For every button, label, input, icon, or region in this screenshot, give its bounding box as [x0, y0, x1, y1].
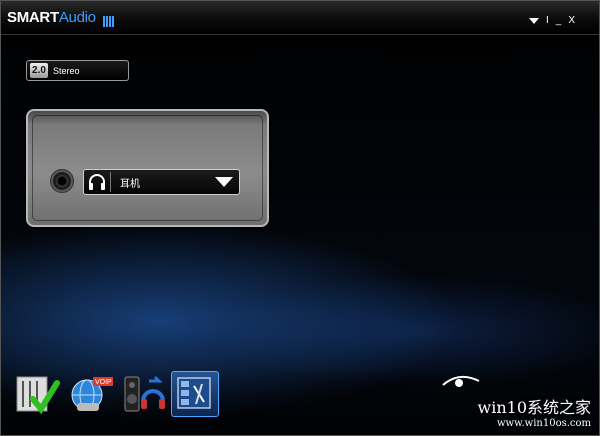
speakers-headphones-icon [124, 375, 165, 412]
logo-bars-icon [102, 10, 115, 27]
window-controls: I _ X [528, 15, 575, 26]
watermark: win10系统之家 www.win10os.com [478, 394, 591, 429]
channel-badge: 2.0 [30, 63, 48, 78]
watermark-swirl-icon [442, 375, 480, 387]
tab-audio-director[interactable] [171, 371, 219, 417]
title-bar: SMARTAudio I _ X [1, 1, 599, 35]
logo-smart-text: SMART [7, 9, 59, 26]
smartaudio-window: SMARTAudio I _ X 2.0 Stereo 耳机 VOIP win1… [0, 0, 600, 436]
device-panel-inner [32, 115, 263, 221]
speaker-config-display[interactable]: 2.0 Stereo [26, 60, 129, 81]
smartaudio-logo: SMARTAudio [7, 9, 115, 27]
menu-dropdown-icon[interactable] [528, 18, 539, 24]
tab-voip[interactable]: VOIP [67, 371, 115, 417]
check-audio-icon [16, 376, 60, 415]
audio-director-icon [177, 377, 211, 409]
watermark-title: win10系统之家 [477, 398, 591, 417]
minimize-button[interactable]: _ [556, 16, 562, 26]
headphones-icon [89, 174, 105, 190]
watermark-url: www.win10os.com [496, 418, 591, 429]
separator-glyph: I [545, 15, 549, 26]
output-device-label: 耳机 [120, 178, 140, 190]
tab-check-audio[interactable] [13, 371, 61, 417]
audio-jack-icon [50, 169, 74, 193]
speaker-config-label: Stereo [53, 65, 80, 76]
output-device-dropdown[interactable]: 耳机 [83, 169, 240, 195]
voip-badge: VOIP [95, 379, 112, 386]
chevron-down-icon[interactable] [215, 177, 233, 187]
device-panel: 耳机 [26, 109, 269, 227]
dropdown-divider [110, 172, 111, 192]
voip-globe-icon: VOIP [71, 377, 113, 411]
tab-speakers[interactable] [121, 371, 169, 417]
logo-audio-text: Audio [58, 9, 96, 26]
close-button[interactable]: X [568, 16, 575, 26]
